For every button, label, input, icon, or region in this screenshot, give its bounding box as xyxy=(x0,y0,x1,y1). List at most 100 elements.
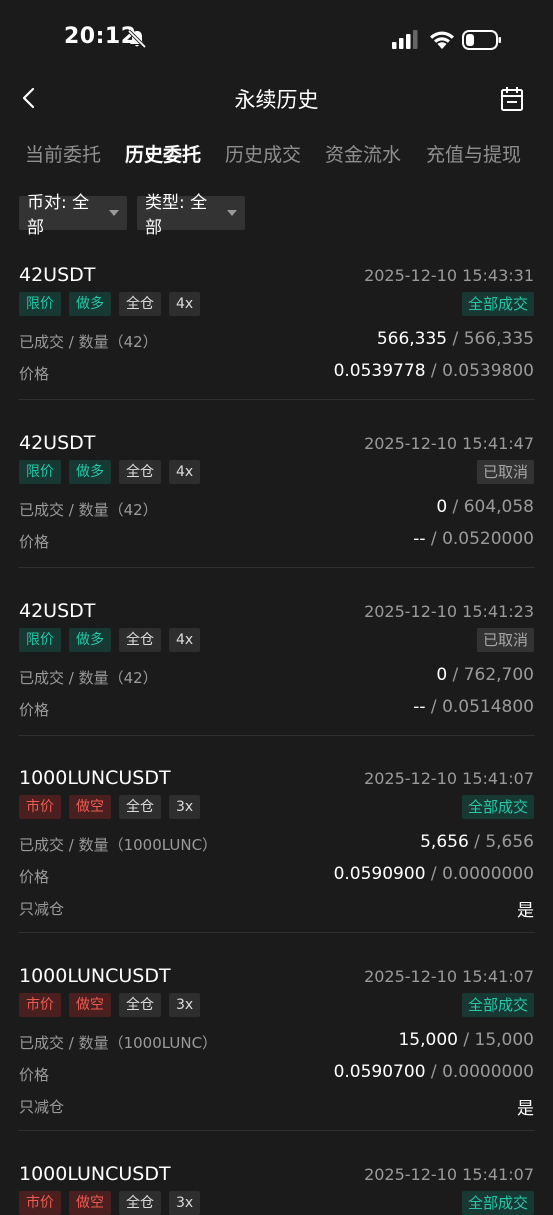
signal-icon xyxy=(392,30,418,49)
order-time: 2025-12-10 15:41:07 xyxy=(364,1165,534,1184)
tab-order-history[interactable]: 历史委托 xyxy=(125,140,201,167)
pair-filter-label: 币对: 全部 xyxy=(27,193,90,238)
price-label: 价格 xyxy=(19,533,50,551)
order-item[interactable]: 42USDT 2025-12-10 15:41:47 限价 做多 全仓 4x 已… xyxy=(0,432,553,568)
price-label: 价格 xyxy=(19,1066,50,1084)
order-item[interactable]: 1000LUNCUSDT 2025-12-10 15:41:07 市价 做空 全… xyxy=(0,1163,553,1215)
type-filter-dropdown[interactable]: 类型: 全部 xyxy=(137,193,245,238)
filled-value: 15,000 xyxy=(398,1030,458,1050)
quantity-value: 5,656 xyxy=(485,832,534,852)
value-separator: / xyxy=(447,329,464,349)
order-time: 2025-12-10 15:43:31 xyxy=(364,266,534,285)
price-label: 价格 xyxy=(19,868,50,886)
filled-value: 0 xyxy=(436,497,448,517)
value-separator: / xyxy=(468,832,486,852)
filled-quantity-row: 已成交 / 数量（1000LUNC） 5,656 / 5,656 xyxy=(19,832,534,855)
side-badge: 做多 xyxy=(69,628,111,652)
order-symbol: 42USDT xyxy=(19,600,96,622)
divider xyxy=(18,1130,535,1131)
value-separator: / xyxy=(447,665,464,685)
order-price-value: 0.0520000 xyxy=(442,529,534,549)
side-badge: 做多 xyxy=(69,460,111,484)
order-time: 2025-12-10 15:41:07 xyxy=(364,769,534,788)
filled-quantity-label: 已成交 / 数量 xyxy=(19,501,109,519)
tab-funding-flow[interactable]: 资金流水 xyxy=(325,140,401,167)
leverage-badge: 3x xyxy=(169,1191,201,1215)
order-type-badge: 限价 xyxy=(19,460,61,484)
order-symbol: 1000LUNCUSDT xyxy=(19,1163,171,1185)
avg-price-value: -- xyxy=(413,697,426,717)
pair-filter-dropdown[interactable]: 币对: 全部 xyxy=(19,193,127,238)
filled-quantity-label: 已成交 / 数量 xyxy=(19,1034,109,1052)
avg-price-value: 0.0539778 xyxy=(333,361,426,381)
leverage-badge: 4x xyxy=(169,292,201,316)
leverage-badge: 3x xyxy=(169,795,201,819)
price-row: 价格 -- / 0.0520000 xyxy=(19,529,534,552)
price-label: 价格 xyxy=(19,365,50,383)
divider xyxy=(18,932,535,933)
filled-value: 0 xyxy=(436,665,448,685)
order-time: 2025-12-10 15:41:23 xyxy=(364,602,534,621)
quantity-value: 566,335 xyxy=(463,329,534,349)
order-item[interactable]: 1000LUNCUSDT 2025-12-10 15:41:07 市价 做空 全… xyxy=(0,767,553,933)
order-time: 2025-12-10 15:41:47 xyxy=(364,434,534,453)
value-separator: / xyxy=(447,497,464,517)
page-title: 永续历史 xyxy=(234,88,319,112)
order-item[interactable]: 42USDT 2025-12-10 15:41:23 限价 做多 全仓 4x 已… xyxy=(0,600,553,736)
filled-quantity-label: 已成交 / 数量 xyxy=(19,669,109,687)
order-item[interactable]: 42USDT 2025-12-10 15:43:31 限价 做多 全仓 4x 全… xyxy=(0,264,553,400)
filled-quantity-row: 已成交 / 数量（1000LUNC） 15,000 / 15,000 xyxy=(19,1030,534,1053)
quantity-value: 604,058 xyxy=(463,497,534,517)
status-badge: 全部成交 xyxy=(461,993,534,1017)
order-price-value: 0.0514800 xyxy=(442,697,534,717)
reduce-only-row: 只减仓 是 xyxy=(19,1096,534,1119)
price-row: 价格 -- / 0.0514800 xyxy=(19,697,534,720)
side-badge: 做空 xyxy=(69,1191,111,1215)
order-symbol: 42USDT xyxy=(19,432,96,454)
leverage-badge: 3x xyxy=(169,993,201,1017)
status-badge: 已取消 xyxy=(476,628,534,652)
status-badge: 已取消 xyxy=(476,460,534,484)
margin-mode-badge: 全仓 xyxy=(119,460,161,484)
reduce-only-row: 只减仓 是 xyxy=(19,898,534,921)
filled-quantity-row: 已成交 / 数量（42） 0 / 604,058 xyxy=(19,497,534,520)
divider xyxy=(18,567,535,568)
tab-deposit-withdraw[interactable]: 充值与提现 xyxy=(426,140,521,167)
quantity-unit: （1000LUNC） xyxy=(108,1034,218,1052)
tab-trade-history[interactable]: 历史成交 xyxy=(225,140,301,167)
quantity-unit: （42） xyxy=(108,501,158,519)
status-time: 20:12 xyxy=(64,24,137,49)
avg-price-value: 0.0590700 xyxy=(333,1062,426,1082)
side-badge: 做多 xyxy=(69,292,111,316)
filled-quantity-label: 已成交 / 数量 xyxy=(19,836,109,854)
order-price-value: 0.0000000 xyxy=(442,1062,534,1082)
price-row: 价格 0.0539778 / 0.0539800 xyxy=(19,361,534,384)
order-symbol: 42USDT xyxy=(19,264,96,286)
side-badge: 做空 xyxy=(69,993,111,1017)
price-row: 价格 0.0590700 / 0.0000000 xyxy=(19,1062,534,1085)
filled-value: 566,335 xyxy=(376,329,448,349)
value-separator: / xyxy=(425,529,443,549)
order-type-badge: 市价 xyxy=(19,993,61,1017)
tab-open-orders[interactable]: 当前委托 xyxy=(25,140,101,167)
filled-value: 5,656 xyxy=(420,832,469,852)
order-symbol: 1000LUNCUSDT xyxy=(19,767,171,789)
avg-price-value: 0.0590900 xyxy=(333,864,426,884)
avg-price-value: -- xyxy=(413,529,426,549)
order-price-value: 0.0000000 xyxy=(442,864,534,884)
filled-quantity-label: 已成交 / 数量 xyxy=(19,333,109,351)
quantity-unit: （1000LUNC） xyxy=(108,836,218,854)
margin-mode-badge: 全仓 xyxy=(119,1191,161,1215)
value-separator: / xyxy=(425,1062,443,1082)
caret-down-icon xyxy=(109,210,119,216)
order-item[interactable]: 1000LUNCUSDT 2025-12-10 15:41:07 市价 做空 全… xyxy=(0,965,553,1131)
divider xyxy=(18,735,535,736)
value-separator: / xyxy=(425,361,443,381)
nav-bar: 永续历史 xyxy=(0,72,553,124)
value-separator: / xyxy=(457,1030,475,1050)
quantity-value: 15,000 xyxy=(474,1030,534,1050)
calendar-icon[interactable] xyxy=(500,86,524,112)
quantity-unit: （42） xyxy=(108,669,158,687)
battery-icon xyxy=(462,30,501,50)
side-badge: 做空 xyxy=(69,795,111,819)
